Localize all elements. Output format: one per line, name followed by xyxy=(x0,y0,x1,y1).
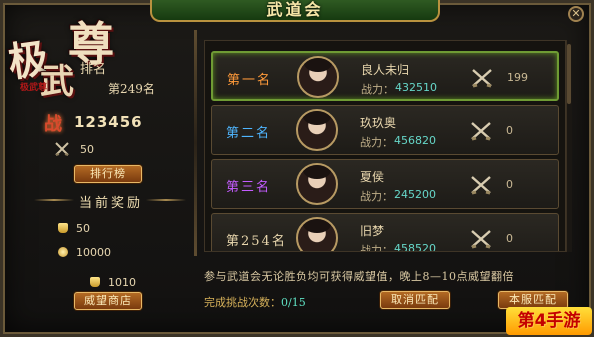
prestige-shop-button[interactable]: 威望商店 xyxy=(74,292,142,310)
row-wins: 0 xyxy=(506,232,513,245)
row-rank: 第一名 xyxy=(227,73,273,88)
row-power-label: 战力： xyxy=(360,244,393,252)
info-text: 参与武道会无论胜负均可获得威望值，晚上8—10点威望翻倍 xyxy=(204,270,514,283)
ranking-list[interactable]: 第一名 良人未归 战力： 432510 199 第二名 玖玖奥 战力： 4568… xyxy=(204,40,566,252)
row-wins: 0 xyxy=(506,124,513,137)
reward-gold: 50 xyxy=(58,222,90,235)
challenge-progress: 完成挑战次数：0/15 xyxy=(204,294,306,310)
crossed-swords-icon xyxy=(471,230,491,249)
reward-gold-value: 50 xyxy=(76,222,90,235)
reward-coin: 10000 xyxy=(58,246,111,259)
row-power: 245200 xyxy=(394,188,436,201)
gold-ingot-icon xyxy=(58,223,68,233)
window-title-bar: 武道会 xyxy=(150,0,440,22)
cancel-match-button[interactable]: 取消匹配 xyxy=(380,291,450,309)
row-name: 旧梦 xyxy=(360,224,385,238)
row-power: 458520 xyxy=(394,242,436,252)
row-power-label: 战力： xyxy=(361,83,394,96)
row-power-label: 战力： xyxy=(360,136,393,149)
crossed-swords-icon xyxy=(472,69,492,88)
site-watermark: 第4手游 xyxy=(506,307,592,335)
wins-value: 50 xyxy=(80,143,94,156)
power-icon: 战 xyxy=(44,114,62,135)
row-wins: 0 xyxy=(506,178,513,191)
progress-value: 0/15 xyxy=(281,296,306,309)
close-icon[interactable]: ✕ xyxy=(568,6,584,22)
prestige-row: 1010 xyxy=(90,276,136,289)
ranking-row[interactable]: 第三名 夏侯 战力： 245200 0 xyxy=(211,159,559,209)
rank-value: 第249名 xyxy=(108,82,155,96)
crossed-swords-icon xyxy=(54,141,70,157)
row-power-label: 战力： xyxy=(360,190,393,203)
panel-divider xyxy=(194,30,197,256)
leaderboard-button[interactable]: 排行榜 xyxy=(74,165,142,183)
gold-ingot-icon xyxy=(90,277,100,287)
crossed-swords-icon xyxy=(471,176,491,195)
rewards-title: 当前奖励 xyxy=(78,196,143,211)
rank-label: 排名 xyxy=(80,62,107,77)
coin-icon xyxy=(58,247,68,257)
crossed-swords-icon xyxy=(471,122,491,141)
window-title: 武道会 xyxy=(266,0,324,19)
ranking-row[interactable]: 第254名 旧梦 战力： 458520 0 xyxy=(211,213,559,252)
row-rank: 第254名 xyxy=(226,234,287,249)
row-rank: 第三名 xyxy=(226,180,272,195)
scrollbar-thumb[interactable] xyxy=(567,44,571,104)
avatar xyxy=(296,217,338,251)
reward-coin-value: 10000 xyxy=(76,246,111,259)
prestige-value: 1010 xyxy=(108,276,136,289)
ranking-row[interactable]: 第二名 玖玖奥 战力： 456820 0 xyxy=(211,105,559,155)
row-power: 456820 xyxy=(394,134,436,147)
row-name: 良人未归 xyxy=(361,63,410,77)
power-value: 123456 xyxy=(74,113,143,131)
row-rank: 第二名 xyxy=(226,126,272,141)
row-power: 432510 xyxy=(395,81,437,94)
logo-seal: 极武尊 xyxy=(20,83,48,93)
avatar xyxy=(297,56,339,98)
avatar xyxy=(296,109,338,151)
row-name: 玖玖奥 xyxy=(360,116,397,130)
progress-label: 完成挑战次数： xyxy=(204,296,281,309)
row-name: 夏侯 xyxy=(360,170,385,184)
ranking-row[interactable]: 第一名 良人未归 战力： 432510 199 xyxy=(211,51,559,101)
game-logo: 极 武 尊 极武尊 xyxy=(5,6,124,102)
avatar xyxy=(296,163,338,205)
row-wins: 199 xyxy=(507,71,528,84)
